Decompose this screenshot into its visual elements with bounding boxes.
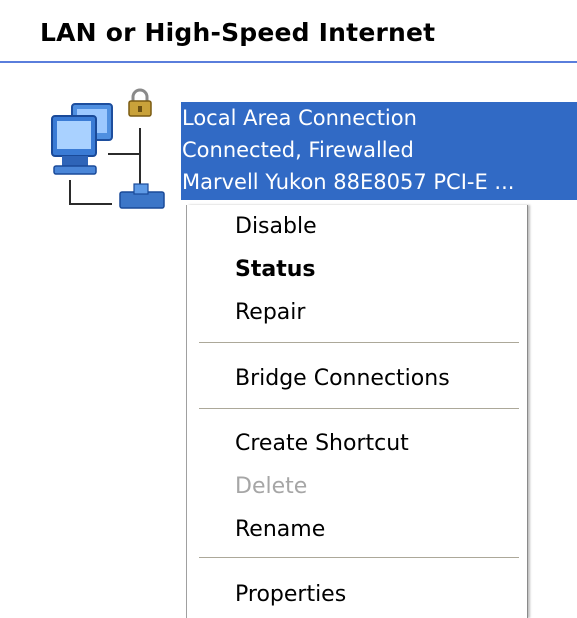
network-connection-icon xyxy=(40,88,180,218)
menu-item-repair[interactable]: Repair xyxy=(187,293,527,333)
menu-item-rename[interactable]: Rename xyxy=(187,510,527,550)
menu-separator xyxy=(199,557,519,559)
menu-item-create-shortcut[interactable]: Create Shortcut xyxy=(187,424,527,464)
padlock-icon xyxy=(128,88,152,117)
connection-device: Marvell Yukon 88E8057 PCI-E ... xyxy=(182,170,515,194)
connection-label[interactable]: Local Area Connection Connected, Firewal… xyxy=(181,102,577,200)
menu-item-bridge-connections[interactable]: Bridge Connections xyxy=(187,359,527,399)
menu-item-properties[interactable]: Properties xyxy=(187,575,527,615)
context-menu: Disable Status Repair Bridge Connections… xyxy=(186,205,528,618)
menu-item-status[interactable]: Status xyxy=(187,250,527,290)
connection-item-local-area-connection[interactable]: Local Area Connection Connected, Firewal… xyxy=(40,88,577,218)
connection-status: Connected, Firewalled xyxy=(182,138,414,162)
group-header: LAN or High-Speed Internet xyxy=(0,0,577,63)
menu-separator xyxy=(199,342,519,344)
menu-separator xyxy=(199,408,519,410)
menu-item-delete: Delete xyxy=(235,474,308,499)
group-title: LAN or High-Speed Internet xyxy=(40,18,436,47)
connection-name: Local Area Connection xyxy=(182,106,417,130)
group-divider xyxy=(0,61,577,63)
menu-item-disable[interactable]: Disable xyxy=(187,207,527,247)
